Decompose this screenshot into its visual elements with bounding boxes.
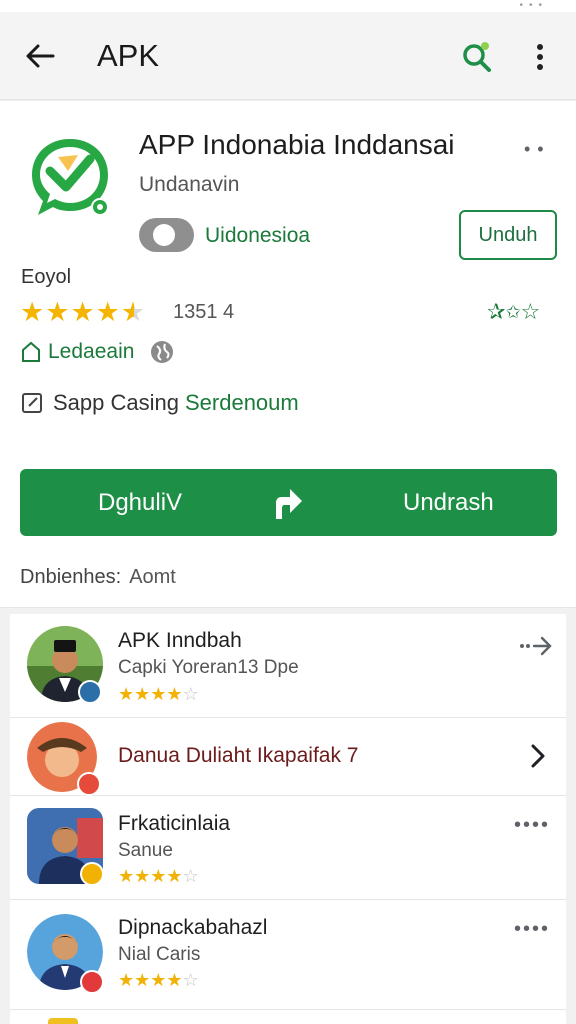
- app-detail-card: APP Indonabia Inddansai • • Undanavin Ui…: [0, 101, 576, 608]
- list-item-rating: ★ ★ ★ ★ ☆: [118, 684, 199, 704]
- list-item-subtitle: Sanue: [118, 840, 173, 861]
- list-item-subtitle: Capki Yoreran13 Dpe: [118, 657, 299, 678]
- status-icons: •••: [519, 0, 548, 11]
- list-item-rating: ★ ★ ★ ★ ☆: [118, 866, 199, 886]
- avatar-badge-icon: [80, 970, 104, 994]
- star-icon: ★: [45, 297, 70, 327]
- star-icon: ★: [134, 684, 151, 704]
- chevron-right-icon[interactable]: [528, 742, 548, 770]
- search-icon: [463, 42, 491, 72]
- developer-name[interactable]: Undanavin: [139, 173, 239, 197]
- star-empty-icon: ☆: [182, 866, 199, 886]
- badge-label: Ledaeain: [48, 340, 135, 363]
- list-item-title: APK Inndbah: [118, 629, 242, 652]
- unduh-button[interactable]: Unduh: [459, 210, 557, 260]
- share-arrow-icon: [276, 489, 302, 519]
- tag-icon: [22, 341, 40, 362]
- search-button[interactable]: [456, 36, 498, 78]
- list-item-rating: ★ ★ ★ ★ ☆: [118, 970, 199, 990]
- note-text: Sapp Casing: [53, 390, 179, 415]
- avatar-badge-icon: [78, 680, 102, 704]
- star-icon: ★: [166, 866, 183, 886]
- star-outline-icon: ✩: [505, 301, 521, 322]
- star-icon: ★: [134, 866, 151, 886]
- star-icon: ★: [118, 866, 135, 886]
- list-item-title: Danua Duliaht Ikapaifak 7: [118, 744, 359, 767]
- next-item-avatar-peek: [48, 1018, 78, 1024]
- more-horiz-icon[interactable]: ••••: [514, 918, 550, 941]
- page-title: APK: [97, 38, 160, 73]
- wishlist-button[interactable]: ✰ ✩ ☆: [487, 299, 540, 325]
- app-name: APP Indonabia Inddansai: [139, 129, 455, 160]
- star-icon: ★: [70, 297, 95, 327]
- half-star-icon: ★: [120, 297, 146, 327]
- star-outline-icon: ☆: [520, 299, 541, 324]
- list-item[interactable]: Danua Duliaht Ikapaifak 7: [10, 718, 566, 796]
- star-icon: ★: [20, 297, 45, 327]
- list-item[interactable]: APK Inndbah Capki Yoreran13 Dpe ★ ★ ★ ★ ☆: [10, 614, 566, 718]
- badge-row[interactable]: Ledaeain: [20, 340, 174, 364]
- app-bar: APK: [0, 12, 576, 100]
- star-icon: ★: [150, 684, 167, 704]
- globe-icon: [151, 341, 174, 363]
- related-apps-list: APK Inndbah Capki Yoreran13 Dpe ★ ★ ★ ★ ☆ Da…: [10, 614, 566, 1024]
- more-horiz-icon[interactable]: ••••: [514, 814, 550, 837]
- star-icon: ★: [166, 684, 183, 704]
- overflow-menu-button[interactable]: [522, 36, 558, 78]
- install-button[interactable]: DghuliV Undrash: [20, 469, 557, 536]
- star-icon: ★: [150, 866, 167, 886]
- list-item-title: Frkaticinlaia: [118, 812, 231, 835]
- list-item[interactable]: Dipnackabahazl Nial Caris ★ ★ ★ ★ ☆ ••••: [10, 900, 566, 1010]
- install-left-label: DghuliV: [98, 489, 183, 516]
- avatar-badge-icon: [80, 862, 104, 886]
- app-more-icon[interactable]: • •: [524, 139, 545, 160]
- app-logo-icon: [28, 135, 112, 219]
- rating-stars: ★ ★ ★ ★ ★: [20, 297, 146, 327]
- more-vert-icon: [537, 44, 543, 70]
- star-icon: ★: [150, 970, 167, 990]
- share-icon[interactable]: [518, 634, 554, 662]
- star-empty-icon: ☆: [182, 970, 199, 990]
- back-button[interactable]: [20, 36, 60, 76]
- info-value: Aomt: [129, 566, 176, 588]
- status-bar: •••: [0, 0, 576, 12]
- star-empty-icon: ☆: [182, 684, 199, 704]
- info-label: Dnbienhes:: [20, 566, 122, 588]
- info-line: Dnbienhes: Aomt: [20, 566, 176, 589]
- list-item-title: Dipnackabahazl: [118, 916, 268, 939]
- list-item-subtitle: Nial Caris: [118, 944, 201, 965]
- language-label: Uidonesioa: [205, 224, 311, 247]
- language-toggle[interactable]: [139, 218, 194, 252]
- toggle-knob: [153, 224, 175, 246]
- rating-count: 1351 4: [173, 301, 235, 323]
- star-icon: ★: [95, 297, 120, 327]
- section-eyebrow: Eoyol: [21, 266, 72, 288]
- note-link[interactable]: Serdenoum: [185, 390, 299, 416]
- star-icon: ★: [118, 684, 135, 704]
- star-icon: ★: [166, 970, 183, 990]
- install-right-label: Undrash: [403, 489, 494, 516]
- edit-icon: [22, 393, 42, 413]
- star-icon: ★: [134, 970, 151, 990]
- star-icon: ★: [118, 970, 135, 990]
- list-item[interactable]: Frkaticinlaia Sanue ★ ★ ★ ★ ☆ ••••: [10, 796, 566, 900]
- note-row[interactable]: Sapp Casing Serdenoum: [21, 390, 299, 416]
- avatar-badge-icon: [77, 772, 101, 796]
- arrow-left-icon: [26, 44, 55, 68]
- star-outline-icon: ✰: [487, 299, 506, 324]
